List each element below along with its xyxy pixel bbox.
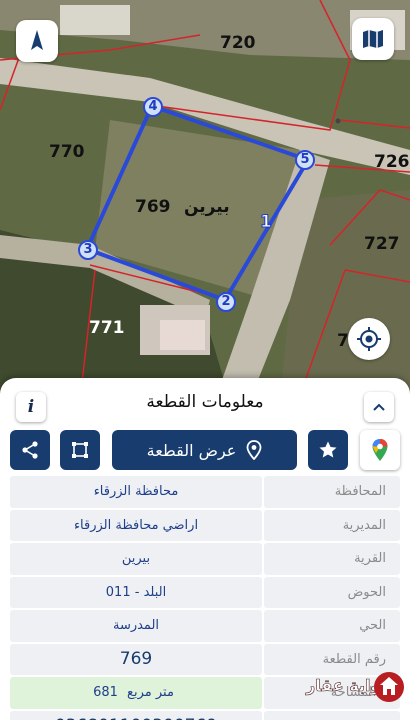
parcel-number-partial: 7 <box>337 331 349 351</box>
area-unit: متر مربع <box>127 685 174 700</box>
table-row: محافظة الزرقاء المحافظة <box>10 476 400 508</box>
brand-watermark: بوابة عقار <box>306 664 410 720</box>
map-view[interactable]: 720 770 769 بيرين 726 727 771 7 1 4 5 3 … <box>0 0 410 400</box>
google-maps-button[interactable] <box>360 430 400 470</box>
parcel-number-770: 770 <box>49 142 85 162</box>
compass-button[interactable] <box>16 20 58 62</box>
parcel-village-name: بيرين <box>184 197 230 217</box>
neighborhood-value: المدرسة <box>10 610 262 642</box>
draw-polygon-button[interactable] <box>60 430 100 470</box>
edge-label: 1 <box>260 212 273 233</box>
share-icon <box>22 441 38 459</box>
show-parcel-label: عرض القطعة <box>146 440 237 460</box>
collapse-button[interactable] <box>364 392 394 422</box>
share-button[interactable] <box>10 430 50 470</box>
basin-label: الحوض <box>264 576 400 608</box>
table-row: بيرين القرية <box>10 543 400 575</box>
vertex-2[interactable]: 2 <box>216 292 236 312</box>
village-label: القرية <box>264 543 400 575</box>
favorite-button[interactable] <box>308 430 348 470</box>
area-value: 681 متر مربع <box>10 677 262 709</box>
parcel-number-value: 769 <box>10 643 262 675</box>
vertex-4[interactable]: 4 <box>143 97 163 117</box>
map-layers-button[interactable] <box>352 18 394 60</box>
area-number: 681 <box>93 685 118 700</box>
table-row: البلد - 011 الحوض <box>10 576 400 608</box>
directorate-value: اراضي محافظة الزرقاء <box>10 509 262 541</box>
compass-north-icon <box>31 30 43 50</box>
parcel-number-771: 771 <box>89 318 125 338</box>
vertex-3[interactable]: 3 <box>78 240 98 260</box>
vertex-5[interactable]: 5 <box>295 150 315 170</box>
village-value: بيرين <box>10 543 262 575</box>
parcel-key-value: 036801100300769 <box>10 710 262 720</box>
polygon-icon <box>72 442 88 458</box>
table-row: المدرسة الحي <box>10 610 400 642</box>
crosshair-icon <box>357 327 381 351</box>
star-icon <box>319 441 337 458</box>
parcel-number-727: 727 <box>364 234 400 254</box>
show-parcel-button[interactable]: عرض القطعة <box>112 430 297 470</box>
chevron-up-icon <box>373 403 385 411</box>
parcel-number-726: 726 <box>374 152 410 172</box>
basin-value: البلد - 011 <box>10 576 262 608</box>
google-maps-pin-icon <box>372 439 388 461</box>
neighborhood-label: الحي <box>264 610 400 642</box>
directorate-label: المديرية <box>264 509 400 541</box>
location-pin-icon <box>246 440 262 460</box>
parcel-number-769: 769 <box>135 197 171 217</box>
sheet-title: معلومات القطعة <box>146 392 264 412</box>
governorate-label: المحافظة <box>264 476 400 508</box>
table-row: اراضي محافظة الزرقاء المديرية <box>10 509 400 541</box>
locate-me-button[interactable] <box>348 318 390 360</box>
parcel-number-720: 720 <box>220 33 256 53</box>
governorate-value: محافظة الزرقاء <box>10 476 262 508</box>
map-icon <box>363 30 383 48</box>
brand-logo-icon <box>374 672 404 702</box>
